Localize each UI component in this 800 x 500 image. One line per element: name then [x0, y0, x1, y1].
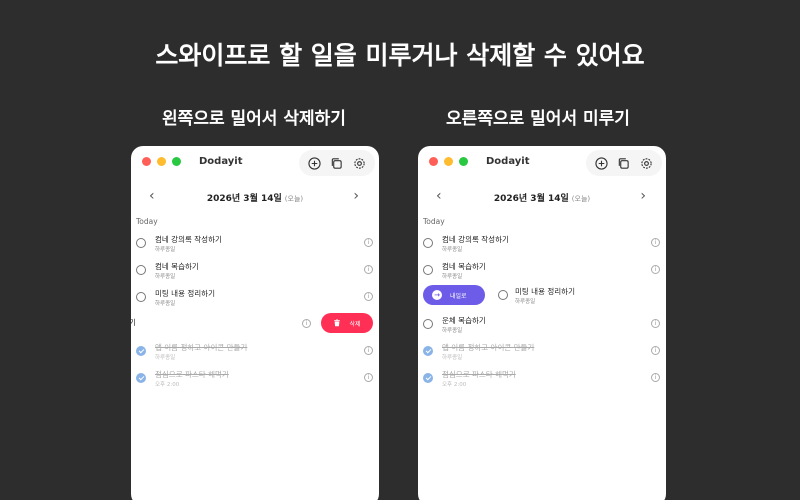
right-subtitle: 오른쪽으로 밀어서 미루기 — [446, 109, 630, 129]
task-title: 점심으로 파스타 해먹기 — [155, 370, 229, 379]
info-icon[interactable]: i — [364, 373, 373, 382]
task-meta: 하루종일 — [442, 355, 463, 361]
maximize-window-button[interactable] — [459, 157, 468, 166]
next-day-icon[interactable]: › — [640, 188, 646, 204]
close-window-button[interactable] — [429, 157, 438, 166]
task-checkbox[interactable] — [498, 290, 508, 300]
task-row[interactable]: 미팅 내용 정리하기 하루종일 i — [131, 284, 379, 311]
add-icon[interactable] — [305, 154, 323, 172]
headline: 스와이프로 할 일을 미루거나 삭제할 수 있어요 — [155, 41, 645, 70]
current-date: 2026년 3월 14일 (오늘) — [206, 194, 304, 204]
app-window-postpone: Dodayit ‹ 2026년 3월 14일 (오늘) › Today 컴네 강의… — [418, 146, 666, 500]
task-meta: 하루종일 — [442, 247, 463, 253]
arrow-right-icon: → — [432, 290, 442, 300]
swiped-task-row[interactable]: → 내일로 미팅 내용 정리하기 하루종일 — [418, 284, 666, 311]
task-checkbox[interactable] — [136, 238, 146, 248]
copy-icon[interactable] — [615, 154, 633, 172]
task-title: 컴네 강의록 작성하기 — [442, 235, 509, 244]
postpone-label: 내일로 — [450, 292, 467, 300]
delete-button[interactable]: 삭제 — [321, 313, 373, 333]
task-title: 앱 이름 정하고 아이콘 만들기 — [442, 343, 535, 352]
task-title: 컴네 복습하기 — [155, 262, 199, 271]
minimize-window-button[interactable] — [157, 157, 166, 166]
task-row[interactable]: 운체 복습하기 하루종일 i — [418, 311, 666, 338]
task-checkbox-checked[interactable] — [423, 346, 433, 356]
app-title: Dodayit — [486, 156, 530, 167]
window-controls — [429, 157, 468, 166]
section-today: Today — [136, 217, 158, 226]
delete-label: 삭제 — [349, 320, 361, 328]
task-checkbox[interactable] — [136, 292, 146, 302]
task-title: 미팅 내용 정리하기 — [515, 287, 575, 296]
task-title: 컴네 강의록 작성하기 — [155, 235, 222, 244]
left-subtitle: 왼쪽으로 밀어서 삭제하기 — [162, 109, 346, 129]
info-icon[interactable]: i — [364, 346, 373, 355]
task-title: 미팅 내용 정리하기 — [155, 289, 215, 298]
task-row[interactable]: 컴네 복습하기 하루종일 i — [131, 257, 379, 284]
titlebar: Dodayit — [418, 146, 666, 180]
task-row[interactable]: 컴네 복습하기 하루종일 i — [418, 257, 666, 284]
task-title: 운체 복습하기 — [442, 316, 486, 325]
window-controls — [142, 157, 181, 166]
info-icon[interactable]: i — [364, 238, 373, 247]
task-checkbox-checked[interactable] — [423, 373, 433, 383]
info-icon[interactable]: i — [651, 319, 660, 328]
task-title: 점심으로 파스타 해먹기 — [442, 370, 516, 379]
date-navigator: ‹ 2026년 3월 14일 (오늘) › — [418, 182, 666, 212]
task-meta: 하루종일 — [155, 274, 176, 280]
task-meta: 하루종일 — [155, 301, 176, 307]
task-meta: 하루종일 — [155, 355, 176, 361]
task-meta: 하루종일 — [155, 247, 176, 253]
task-checkbox[interactable] — [423, 265, 433, 275]
task-row-completed[interactable]: 앱 이름 정하고 아이콘 만들기 하루종일 i — [418, 338, 666, 365]
toolbar — [586, 150, 662, 176]
task-checkbox-checked[interactable] — [136, 373, 146, 383]
maximize-window-button[interactable] — [172, 157, 181, 166]
task-title: 컴네 복습하기 — [442, 262, 486, 271]
task-meta: 하루종일 — [442, 274, 463, 280]
info-icon[interactable]: i — [651, 346, 660, 355]
current-date: 2026년 3월 14일 (오늘) — [493, 194, 591, 204]
app-window-delete: Dodayit ‹ 2026년 3월 14일 (오늘) › Today 컴네 강의… — [131, 146, 379, 500]
info-icon[interactable]: i — [651, 373, 660, 382]
task-meta: 하루종일 — [515, 299, 536, 305]
gear-icon[interactable] — [638, 154, 656, 172]
task-row-completed[interactable]: 점심으로 파스타 해먹기 오후 2:00 i — [418, 365, 666, 392]
task-row-completed[interactable]: 앱 이름 정하고 아이콘 만들기 하루종일 i — [131, 338, 379, 365]
gear-icon[interactable] — [351, 154, 369, 172]
section-today: Today — [423, 217, 445, 226]
task-title: 앱 이름 정하고 아이콘 만들기 — [155, 343, 248, 352]
task-checkbox[interactable] — [136, 265, 146, 275]
task-row-completed[interactable]: 점심으로 파스타 해먹기 오후 2:00 i — [131, 365, 379, 392]
task-meta: 하루종일 — [442, 328, 463, 334]
swiped-task-row[interactable]: 기 i 삭제 — [131, 311, 379, 338]
info-icon[interactable]: i — [651, 238, 660, 247]
add-icon[interactable] — [592, 154, 610, 172]
task-title: 기 — [131, 318, 136, 327]
titlebar: Dodayit — [131, 146, 379, 180]
postpone-button[interactable]: → 내일로 — [423, 285, 485, 305]
next-day-icon[interactable]: › — [353, 188, 359, 204]
task-meta: 오후 2:00 — [442, 382, 467, 388]
toolbar — [299, 150, 375, 176]
copy-icon[interactable] — [328, 154, 346, 172]
app-title: Dodayit — [199, 156, 243, 167]
task-meta: 오후 2:00 — [155, 382, 180, 388]
trash-icon — [334, 319, 341, 327]
date-navigator: ‹ 2026년 3월 14일 (오늘) › — [131, 182, 379, 212]
task-checkbox[interactable] — [423, 319, 433, 329]
info-icon[interactable]: i — [364, 265, 373, 274]
close-window-button[interactable] — [142, 157, 151, 166]
task-row[interactable]: 컴네 강의록 작성하기 하루종일 i — [418, 230, 666, 257]
task-checkbox-checked[interactable] — [136, 346, 146, 356]
task-row[interactable]: 컴네 강의록 작성하기 하루종일 i — [131, 230, 379, 257]
info-icon[interactable]: i — [651, 265, 660, 274]
info-icon[interactable]: i — [302, 319, 311, 328]
info-icon[interactable]: i — [364, 292, 373, 301]
task-checkbox[interactable] — [423, 238, 433, 248]
minimize-window-button[interactable] — [444, 157, 453, 166]
